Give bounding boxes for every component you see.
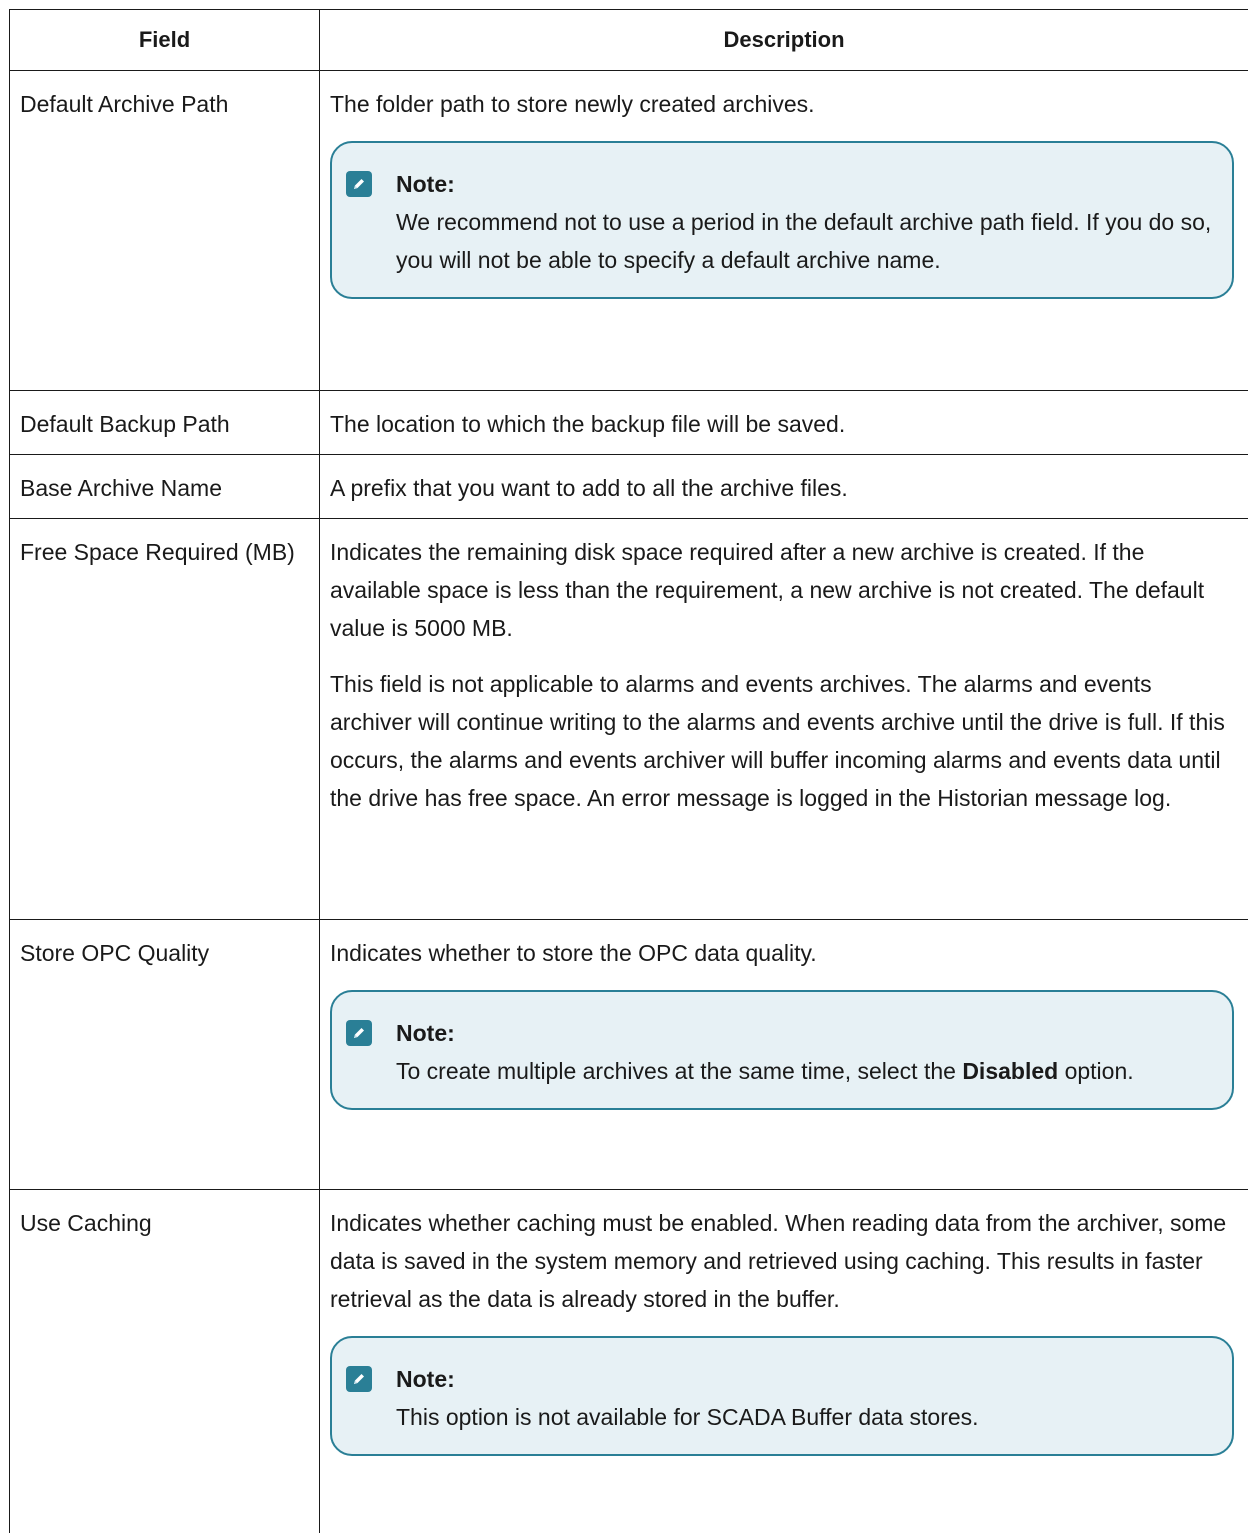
note-title: Note: [396,1014,1134,1052]
description-cell: The location to which the backup file wi… [320,391,1248,455]
note-text-before: To create multiple archives at the same … [396,1058,956,1084]
description-cell: Indicates whether to store the OPC data … [320,920,1248,1190]
table-row: Default Archive Path The folder path to … [10,71,1248,391]
note-text: This option is not available for SCADA B… [396,1398,979,1436]
description-text: Indicates whether to store the OPC data … [330,934,1236,972]
note-box: Note: This option is not available for S… [330,1336,1234,1456]
pencil-icon [346,171,372,197]
note-title: Note: [396,165,1220,203]
table-row: Free Space Required (MB) Indicates the r… [10,519,1248,920]
note-text-after: option. [1065,1058,1134,1084]
pencil-icon [346,1020,372,1046]
table-row: Default Backup Path The location to whic… [10,391,1248,455]
pencil-icon [346,1366,372,1392]
description-cell: A prefix that you want to add to all the… [320,455,1248,519]
field-cell: Default Backup Path [10,391,320,455]
description-text: The location to which the backup file wi… [330,405,1236,443]
field-cell: Default Archive Path [10,71,320,391]
table-row: Store OPC Quality Indicates whether to s… [10,920,1248,1190]
header-description: Description [320,10,1248,71]
table-row: Use Caching Indicates whether caching mu… [10,1190,1248,1533]
table-header-row: Field Description [10,10,1248,71]
description-cell: Indicates the remaining disk space requi… [320,519,1248,920]
fields-table: Field Description Default Archive Path T… [9,9,1248,1533]
disabled-option-label: Disabled [962,1058,1058,1084]
note-text: To create multiple archives at the same … [396,1052,1134,1090]
description-text: Indicates the remaining disk space requi… [330,533,1236,647]
field-cell: Free Space Required (MB) [10,519,320,920]
description-text: Indicates whether caching must be enable… [330,1204,1236,1318]
note-box: Note: We recommend not to use a period i… [330,141,1234,299]
table-row: Base Archive Name A prefix that you want… [10,455,1248,519]
note-text: We recommend not to use a period in the … [396,203,1220,279]
description-text: The folder path to store newly created a… [330,85,1236,123]
note-box: Note: To create multiple archives at the… [330,990,1234,1110]
note-title: Note: [396,1360,979,1398]
field-cell: Store OPC Quality [10,920,320,1190]
field-cell: Base Archive Name [10,455,320,519]
description-cell: Indicates whether caching must be enable… [320,1190,1248,1533]
header-field: Field [10,10,320,71]
description-cell: The folder path to store newly created a… [320,71,1248,391]
description-text: A prefix that you want to add to all the… [330,469,1236,507]
field-cell: Use Caching [10,1190,320,1533]
description-text: This field is not applicable to alarms a… [330,665,1236,817]
